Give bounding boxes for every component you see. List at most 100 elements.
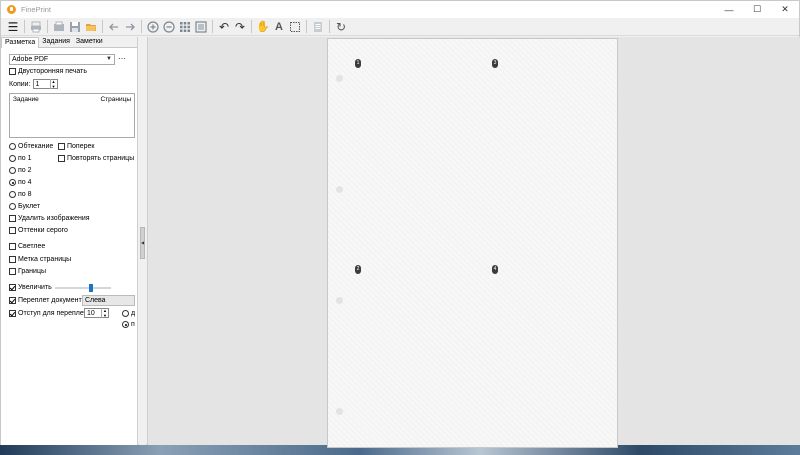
remove-images-label: Удалить изображения <box>18 215 90 222</box>
zoom-label: Увеличить <box>18 284 52 291</box>
redo-icon[interactable]: ↷ <box>232 19 248 35</box>
repeat-pages-option[interactable]: Повторять страницы <box>58 155 134 162</box>
jobs-column-job[interactable]: Задание <box>13 96 39 103</box>
gutter-unit-option-1[interactable]: д <box>122 310 135 317</box>
toolbar-separator <box>24 20 25 33</box>
layout-4-label: по 4 <box>18 179 32 186</box>
tab-layout[interactable]: Разметка <box>1 37 40 48</box>
borders-option[interactable]: Границы <box>9 268 46 275</box>
layout-wrap-radio[interactable] <box>9 143 16 150</box>
remove-images-checkbox[interactable] <box>9 215 16 222</box>
minimize-button[interactable]: — <box>715 1 743 18</box>
tab-jobs[interactable]: Задания <box>39 37 73 48</box>
gutter-checkbox[interactable] <box>9 310 16 317</box>
stepper-arrows-icon[interactable]: ▲ ▼ <box>49 79 57 89</box>
layout-8-radio[interactable] <box>9 191 16 198</box>
lighter-checkbox[interactable] <box>9 243 16 250</box>
layout-wrap-option[interactable]: Обтекание <box>9 143 53 150</box>
binding-side-select[interactable]: Слева <box>82 295 135 306</box>
layout-1-option[interactable]: по 1 <box>9 155 32 162</box>
jobs-column-pages[interactable]: Страницы <box>100 96 131 103</box>
gutter-unit-label-2: п <box>131 321 135 328</box>
fax-icon[interactable] <box>51 19 67 35</box>
toolbar: ☰ ↶ ↷ ✋ A ↻ <box>1 18 799 36</box>
panel-splitter[interactable] <box>139 37 146 445</box>
zoom-in-icon[interactable] <box>145 19 161 35</box>
chevron-down-icon: ▼ <box>106 56 112 62</box>
borders-label: Границы <box>18 268 46 275</box>
punch-hole-mark <box>336 297 343 304</box>
across-option[interactable]: Поперек <box>58 143 94 150</box>
printer-select[interactable]: Adobe PDF ▼ <box>9 54 115 65</box>
select-area-icon[interactable] <box>287 19 303 35</box>
panel-tabs: Разметка Задания Заметки <box>1 37 137 48</box>
printer-more-button[interactable]: ··· <box>118 54 126 63</box>
collapse-panel-handle[interactable] <box>140 227 145 259</box>
jobs-list[interactable]: Задание Страницы <box>9 93 135 138</box>
gutter-stepper[interactable]: 10 ▲ ▼ <box>84 308 109 318</box>
jobs-list-header: Задание Страницы <box>10 94 134 105</box>
zoom-slider[interactable] <box>55 284 111 292</box>
open-folder-icon[interactable] <box>83 19 99 35</box>
repeat-pages-checkbox[interactable] <box>58 155 65 162</box>
undo-icon[interactable]: ↶ <box>216 19 232 35</box>
stepper-arrows-icon[interactable]: ▲ ▼ <box>101 308 108 318</box>
zoom-slider-thumb[interactable] <box>88 284 93 292</box>
booklet-option[interactable]: Буклет <box>9 203 40 210</box>
across-checkbox[interactable] <box>58 143 65 150</box>
layout-4-radio[interactable] <box>9 179 16 186</box>
preview-area[interactable]: 1 3 2 4 <box>147 37 800 448</box>
zoom-out-icon[interactable] <box>161 19 177 35</box>
copies-stepper[interactable]: 1 ▲ ▼ <box>32 79 58 89</box>
gutter-option[interactable]: Отступ для переплета <box>9 310 91 317</box>
duplex-option[interactable]: Двусторонняя печать <box>9 68 87 75</box>
layout-8-option[interactable]: по 8 <box>9 191 32 198</box>
next-page-icon[interactable] <box>122 19 138 35</box>
grayscale-checkbox[interactable] <box>9 227 16 234</box>
page-label-option[interactable]: Метка страницы <box>9 256 71 263</box>
layout-1-label: по 1 <box>18 155 32 162</box>
page-settings-icon[interactable] <box>310 19 326 35</box>
booklet-radio[interactable] <box>9 203 16 210</box>
duplex-checkbox[interactable] <box>9 68 16 75</box>
text-tool-icon[interactable]: A <box>271 19 287 35</box>
gutter-value[interactable]: 10 <box>85 310 101 317</box>
borders-checkbox[interactable] <box>9 268 16 275</box>
hand-tool-icon[interactable]: ✋ <box>255 19 271 35</box>
layout-2-option[interactable]: по 2 <box>9 167 32 174</box>
punch-hole-mark <box>336 408 343 415</box>
tab-notes[interactable]: Заметки <box>73 37 106 48</box>
layout-8-label: по 8 <box>18 191 32 198</box>
copies-row: Копии: 1 ▲ ▼ <box>9 79 58 89</box>
zoom-checkbox[interactable] <box>9 284 16 291</box>
thumbnails-grid-icon[interactable] <box>177 19 193 35</box>
page-number-badge: 3 <box>492 59 498 68</box>
binding-label: Переплет документа <box>18 297 86 304</box>
binding-checkbox[interactable] <box>9 297 16 304</box>
preview-page: 1 3 2 4 <box>327 38 618 448</box>
copies-value[interactable]: 1 <box>34 81 50 88</box>
zoom-option[interactable]: Увеличить <box>9 284 52 291</box>
previous-page-icon[interactable] <box>106 19 122 35</box>
binding-option[interactable]: Переплет документа <box>9 297 86 304</box>
page-label-checkbox[interactable] <box>9 256 16 263</box>
grayscale-option[interactable]: Оттенки серого <box>9 227 68 234</box>
layout-1-radio[interactable] <box>9 155 16 162</box>
gutter-unit-radio-2[interactable] <box>122 321 129 328</box>
lighter-option[interactable]: Светлее <box>9 243 45 250</box>
menu-icon[interactable]: ☰ <box>5 19 21 35</box>
remove-images-option[interactable]: Удалить изображения <box>9 215 90 222</box>
layout-4-option[interactable]: по 4 <box>9 179 32 186</box>
close-button[interactable]: ✕ <box>771 1 799 18</box>
toolbar-separator <box>306 20 307 33</box>
title-bar[interactable]: FinePrint — ☐ ✕ <box>1 1 799 18</box>
print-icon[interactable] <box>28 19 44 35</box>
app-logo-icon <box>7 5 16 14</box>
layout-2-radio[interactable] <box>9 167 16 174</box>
fit-page-icon[interactable] <box>193 19 209 35</box>
save-icon[interactable] <box>67 19 83 35</box>
gutter-unit-option-2[interactable]: п <box>122 321 135 328</box>
gutter-unit-radio-1[interactable] <box>122 310 129 317</box>
refresh-icon[interactable]: ↻ <box>333 19 349 35</box>
maximize-button[interactable]: ☐ <box>743 1 771 18</box>
